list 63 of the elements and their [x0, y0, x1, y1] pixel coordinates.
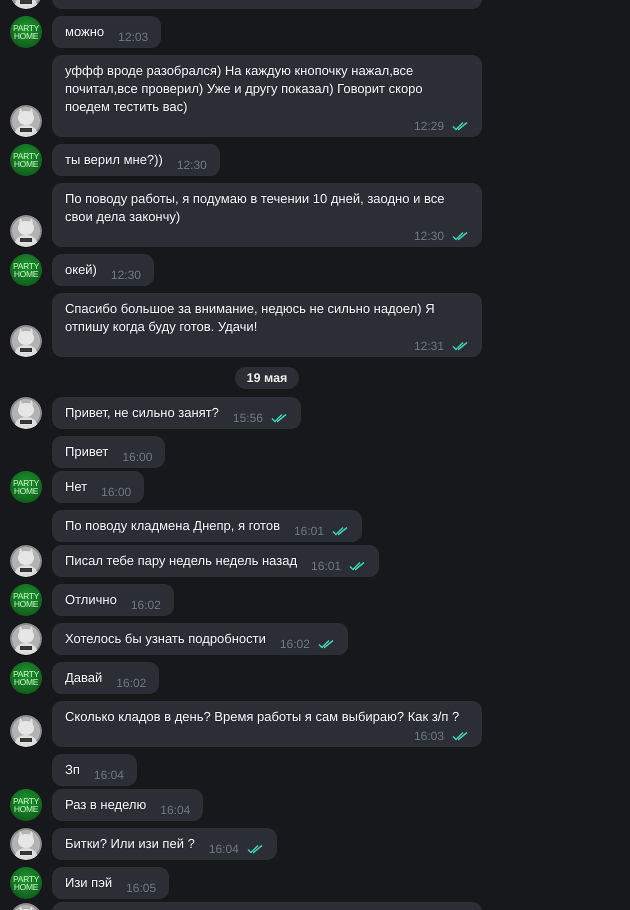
logo-avatar[interactable]: PARTY HOME	[10, 662, 42, 694]
message-text: Раз в неделю	[65, 796, 146, 814]
logo-text: PARTY	[12, 262, 40, 270]
message-text: Зп	[65, 761, 80, 779]
logo-text: HOME	[14, 160, 38, 168]
message-text: Изи пэй	[65, 874, 112, 892]
logo-avatar[interactable]: PARTY HOME	[10, 254, 42, 286]
message-text: Хотелось бы узнать подробности	[65, 630, 266, 648]
message-time: 12:30	[176, 158, 207, 172]
message-time: 12:30	[414, 229, 444, 243]
logo-text: PARTY	[12, 24, 40, 32]
logo-text: HOME	[14, 678, 38, 686]
logo-avatar[interactable]: PARTY HOME	[10, 789, 42, 821]
logo-avatar[interactable]: PARTY HOME	[10, 16, 42, 48]
message-text: По поводу работы, я подумаю в течении 10 дней, заодно и все свои дела закончу)	[65, 190, 446, 226]
message-text: Привет, не сильно занят?	[65, 404, 219, 422]
message-time: 16:02	[116, 676, 146, 690]
message-time: 12:30	[110, 268, 141, 282]
message-time: 16:04	[94, 768, 124, 782]
message-text: Спасибо большое за внимание, недюсь не сильно надоел) Я отпишу когда буду готов. Удачи!	[65, 300, 436, 336]
message-time: 16:01	[311, 559, 342, 573]
message-text: Сколько кладов в день? Время работы я сам выбираю? Как з/п ?	[65, 708, 460, 726]
message-text: Отлично	[65, 591, 117, 609]
message-time: 16:04	[160, 803, 190, 817]
message-time: 12:29	[414, 119, 444, 133]
logo-text: PARTY	[12, 875, 40, 883]
logo-avatar[interactable]: PARTY HOME	[10, 584, 42, 616]
message-text: Битки? Или изи пей ?	[65, 835, 195, 853]
message-time: 15:56	[232, 411, 263, 425]
date-badge: 19 мая	[234, 367, 300, 389]
message-text: Писал тебе пару недель недель назад	[65, 552, 298, 570]
message-time: 12:03	[118, 30, 148, 44]
message-time: 16:02	[280, 637, 310, 651]
message-text: По поводу кладмена Днепр, я готов	[65, 517, 280, 535]
message-time: 16:00	[101, 485, 132, 499]
message-text: Привет	[65, 443, 108, 461]
logo-text: HOME	[14, 600, 38, 608]
message-time: 16:03	[414, 729, 444, 743]
message-time: 16:00	[122, 450, 152, 464]
message-text: уффф вроде разобрался) На каждую кнопочку нажал,все почитал,все проверил) Уже и другу показал) Говорит скоро поедем тестить вас)	[65, 62, 424, 116]
logo-avatar[interactable]: PARTY HOME	[10, 144, 42, 176]
message-text: Нет	[65, 478, 88, 496]
logo-text: HOME	[14, 32, 38, 40]
logo-text: PARTY	[12, 797, 40, 805]
logo-avatar[interactable]: PARTY HOME	[10, 471, 42, 503]
logo-text: PARTY	[12, 479, 40, 487]
logo-text: PARTY	[12, 670, 40, 678]
message-text: можно	[65, 23, 104, 41]
message-text: Давай	[65, 669, 102, 687]
message-time: 16:04	[208, 842, 239, 856]
message-time: 16:01	[294, 524, 324, 538]
logo-text: HOME	[14, 805, 38, 813]
logo-text: HOME	[14, 883, 38, 891]
logo-text: HOME	[14, 270, 38, 278]
message-time: 16:05	[126, 881, 156, 895]
logo-text: HOME	[14, 487, 38, 495]
logo-avatar[interactable]: PARTY HOME	[10, 867, 42, 899]
message-time: 12:31	[414, 339, 444, 353]
message-time: 16:02	[130, 598, 161, 612]
logo-text: PARTY	[12, 152, 40, 160]
message-text: окей)	[65, 261, 97, 279]
message-text: ты верил мне?))	[65, 151, 163, 169]
logo-text: PARTY	[12, 592, 40, 600]
